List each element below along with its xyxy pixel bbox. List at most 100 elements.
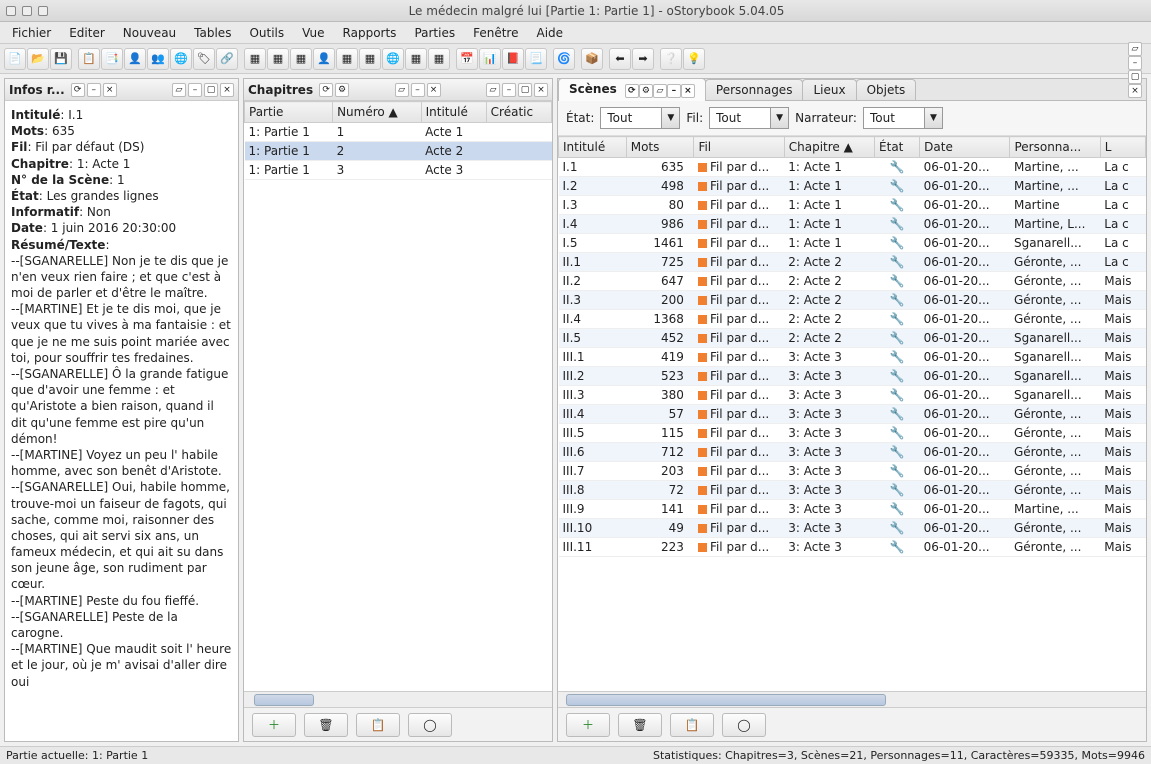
tool-globe2-icon[interactable]: 🌐: [382, 48, 404, 70]
min2-icon[interactable]: –: [1128, 56, 1142, 70]
table-row[interactable]: II.41368Fil par d...2: Acte 2🔧06-01-20..…: [559, 310, 1146, 329]
min-icon[interactable]: –: [411, 83, 425, 97]
wm-minimize-button[interactable]: [38, 6, 48, 16]
float-icon[interactable]: ▱: [1128, 42, 1142, 56]
tool-table7-icon[interactable]: ▦: [428, 48, 450, 70]
scenes-col-header[interactable]: État: [875, 137, 920, 158]
table-row[interactable]: III.9141Fil par d...3: Acte 3🔧06-01-20..…: [559, 500, 1146, 519]
table-row[interactable]: III.11223Fil par d...3: Acte 3🔧06-01-20.…: [559, 538, 1146, 557]
menu-nouveau[interactable]: Nouveau: [115, 24, 184, 42]
scenes-table[interactable]: IntituléMotsFilChapitre ▲ÉtatDatePersonn…: [558, 136, 1146, 557]
close-icon[interactable]: ×: [427, 83, 441, 97]
tool-person2-icon[interactable]: 👤: [313, 48, 335, 70]
tool-table2-icon[interactable]: ▦: [267, 48, 289, 70]
chapters-delete-button[interactable]: 🗑: [304, 713, 348, 737]
refresh-icon[interactable]: ⟳: [71, 83, 85, 97]
pin-icon[interactable]: ▱: [653, 84, 667, 98]
wm-unknown-button[interactable]: [6, 6, 16, 16]
tool-book-icon[interactable]: 📕: [502, 48, 524, 70]
tool-table1-icon[interactable]: ▦: [244, 48, 266, 70]
scenes-copy-button[interactable]: 📋: [670, 713, 714, 737]
scenes-col-header[interactable]: Mots: [626, 137, 694, 158]
tab-objets[interactable]: Objets: [856, 79, 917, 100]
chapters-copy-button[interactable]: 📋: [356, 713, 400, 737]
scenes-col-header[interactable]: Intitulé: [559, 137, 627, 158]
table-row[interactable]: III.1049Fil par d...3: Acte 3🔧06-01-20..…: [559, 519, 1146, 538]
close-panel-icon[interactable]: ×: [103, 83, 117, 97]
scenes-col-header[interactable]: Fil: [694, 137, 784, 158]
tool-back-icon[interactable]: ⬅: [609, 48, 631, 70]
tool-globe-icon[interactable]: 🌐: [170, 48, 192, 70]
chapters-table[interactable]: PartieNuméro ▲IntituléCréatic 1: Partie …: [244, 101, 552, 180]
chapters-col-header[interactable]: Partie: [245, 102, 333, 123]
table-row[interactable]: I.2498Fil par d...1: Acte 1🔧06-01-20...M…: [559, 177, 1146, 196]
scenes-unknown-button[interactable]: ◯: [722, 713, 766, 737]
table-row[interactable]: 1: Partie 13Acte 3: [245, 161, 552, 180]
tab-lieux[interactable]: Lieux: [802, 79, 856, 100]
menu-fichier[interactable]: Fichier: [4, 24, 59, 42]
min2-icon[interactable]: –: [502, 83, 516, 97]
float-icon[interactable]: ▱: [486, 83, 500, 97]
menu-fenetre[interactable]: Fenêtre: [465, 24, 526, 42]
chapters-col-header[interactable]: Intitulé: [421, 102, 486, 123]
tool-save-icon[interactable]: 💾: [50, 48, 72, 70]
close-icon[interactable]: ×: [220, 83, 234, 97]
table-row[interactable]: 1: Partie 12Acte 2: [245, 142, 552, 161]
table-row[interactable]: I.1635Fil par d...1: Acte 1🔧06-01-20...M…: [559, 158, 1146, 177]
table-row[interactable]: III.6712Fil par d...3: Acte 3🔧06-01-20..…: [559, 443, 1146, 462]
min-icon[interactable]: –: [188, 83, 202, 97]
tool-calendar-icon[interactable]: 📅: [456, 48, 478, 70]
scenes-col-header[interactable]: Chapitre ▲: [784, 137, 874, 158]
scenes-delete-button[interactable]: 🗑: [618, 713, 662, 737]
tool-box-icon[interactable]: 📦: [581, 48, 603, 70]
table-row[interactable]: III.5115Fil par d...3: Acte 3🔧06-01-20..…: [559, 424, 1146, 443]
tool-view2-icon[interactable]: 📑: [101, 48, 123, 70]
table-row[interactable]: III.7203Fil par d...3: Acte 3🔧06-01-20..…: [559, 462, 1146, 481]
tab-scenes[interactable]: Scènes ⟳ ⚙ ▱ – ×: [558, 78, 706, 101]
table-row[interactable]: II.2647Fil par d...2: Acte 2🔧06-01-20...…: [559, 272, 1146, 291]
refresh-icon[interactable]: ⟳: [625, 84, 639, 98]
max-icon[interactable]: ▢: [518, 83, 532, 97]
menu-vue[interactable]: Vue: [294, 24, 332, 42]
chapters-hscroll[interactable]: [244, 691, 552, 707]
refresh-icon[interactable]: ⟳: [319, 83, 333, 97]
table-row[interactable]: I.380Fil par d...1: Acte 1🔧06-01-20...Ma…: [559, 196, 1146, 215]
tool-table3-icon[interactable]: ▦: [290, 48, 312, 70]
close2-icon[interactable]: ×: [534, 83, 548, 97]
table-row[interactable]: II.3200Fil par d...2: Acte 2🔧06-01-20...…: [559, 291, 1146, 310]
close-icon[interactable]: ×: [681, 84, 695, 98]
filter-narr-combo[interactable]: Tout▼: [863, 107, 943, 129]
menu-rapports[interactable]: Rapports: [335, 24, 405, 42]
float-icon[interactable]: ▱: [172, 83, 186, 97]
options-icon[interactable]: ⚙: [639, 84, 653, 98]
options-icon[interactable]: ⚙: [335, 83, 349, 97]
chapters-unknown-button[interactable]: ◯: [408, 713, 452, 737]
scenes-col-header[interactable]: L: [1100, 137, 1145, 158]
filter-etat-combo[interactable]: Tout▼: [600, 107, 680, 129]
tool-group-icon[interactable]: 👥: [147, 48, 169, 70]
tool-forward-icon[interactable]: ➡: [632, 48, 654, 70]
tool-chart-icon[interactable]: 📊: [479, 48, 501, 70]
menu-parties[interactable]: Parties: [406, 24, 463, 42]
tool-bulb-icon[interactable]: 💡: [683, 48, 705, 70]
scenes-add-button[interactable]: ＋: [566, 713, 610, 737]
table-row[interactable]: II.1725Fil par d...2: Acte 2🔧06-01-20...…: [559, 253, 1146, 272]
table-row[interactable]: I.4986Fil par d...1: Acte 1🔧06-01-20...M…: [559, 215, 1146, 234]
table-row[interactable]: III.2523Fil par d...3: Acte 3🔧06-01-20..…: [559, 367, 1146, 386]
tool-table5-icon[interactable]: ▦: [359, 48, 381, 70]
max-icon[interactable]: ▢: [204, 83, 218, 97]
table-row[interactable]: III.1419Fil par d...3: Acte 3🔧06-01-20..…: [559, 348, 1146, 367]
table-row[interactable]: III.872Fil par d...3: Acte 3🔧06-01-20...…: [559, 481, 1146, 500]
tool-table6-icon[interactable]: ▦: [405, 48, 427, 70]
max-icon[interactable]: ▢: [1128, 70, 1142, 84]
table-row[interactable]: III.457Fil par d...3: Acte 3🔧06-01-20...…: [559, 405, 1146, 424]
filter-fil-combo[interactable]: Tout▼: [709, 107, 789, 129]
wm-maximize-button[interactable]: [22, 6, 32, 16]
tool-view1-icon[interactable]: 📋: [78, 48, 100, 70]
menu-tables[interactable]: Tables: [186, 24, 239, 42]
tool-link-icon[interactable]: 🔗: [216, 48, 238, 70]
scenes-hscroll[interactable]: [558, 691, 1146, 707]
tool-person-icon[interactable]: 👤: [124, 48, 146, 70]
chapters-add-button[interactable]: ＋: [252, 713, 296, 737]
table-row[interactable]: II.5452Fil par d...2: Acte 2🔧06-01-20...…: [559, 329, 1146, 348]
